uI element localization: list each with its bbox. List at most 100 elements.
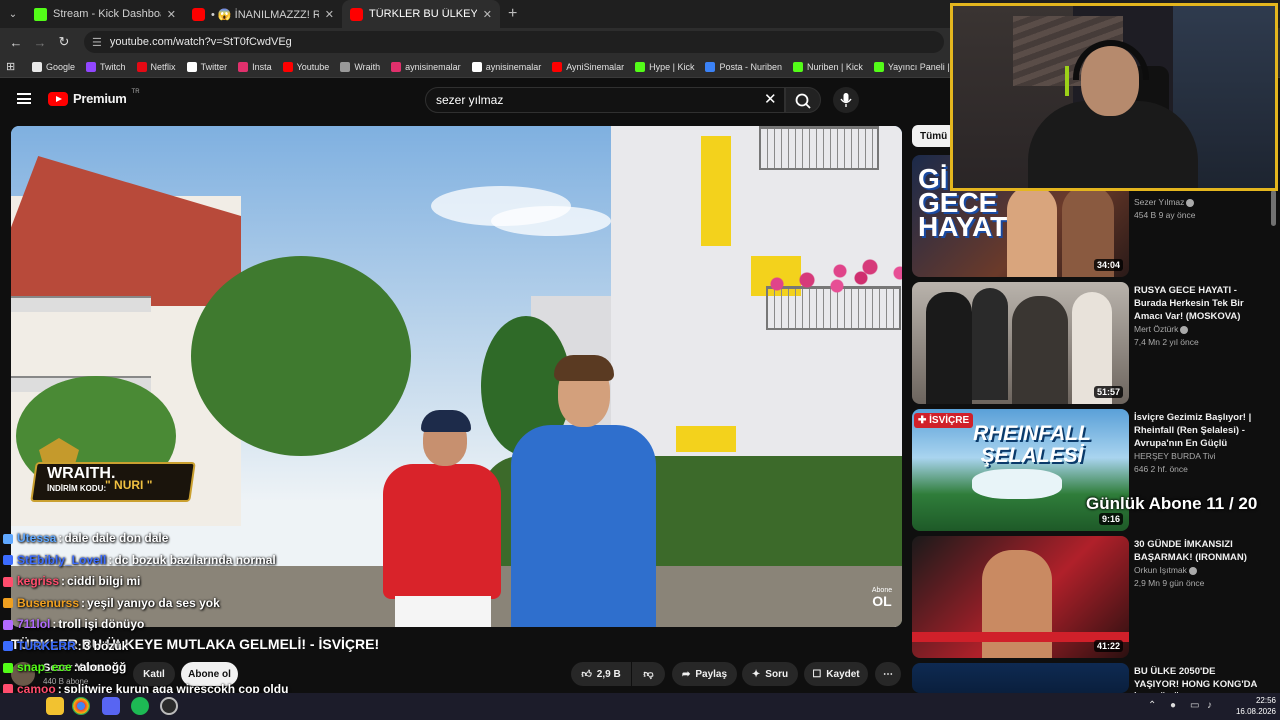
- apps-grid-icon[interactable]: ⊞: [6, 60, 22, 73]
- site-info-icon[interactable]: ☰: [92, 36, 102, 49]
- thumbs-up-icon: 👍︎: [581, 669, 592, 680]
- rec-title[interactable]: BU ÜLKE 2050'DE YAŞIYOR! HONG KONG'DA İL…: [1134, 665, 1262, 693]
- new-tab-icon[interactable]: +: [508, 5, 517, 23]
- bookmark-item[interactable]: Twitch: [86, 61, 126, 72]
- system-clock[interactable]: 22:56 16.08.2026: [1220, 695, 1276, 717]
- subscribe-watermark[interactable]: Abone OL: [868, 587, 896, 608]
- sidebar-scrollbar[interactable]: [1271, 190, 1276, 226]
- promo-code-label: İNDİRİM KODU:: [47, 484, 107, 493]
- clear-search-icon[interactable]: ✕: [764, 90, 777, 108]
- windows-taskbar: ⌃ ● ▭ ♪ 22:56 16.08.2026: [0, 693, 1280, 720]
- discord-icon[interactable]: [102, 697, 120, 715]
- more-dots-icon: ⋯: [883, 668, 893, 680]
- microphone-icon: [840, 93, 852, 107]
- share-button[interactable]: ➦ Paylaş: [672, 662, 737, 686]
- bookmark-favicon-icon: [86, 61, 97, 72]
- recommendation-item[interactable]: BU ÜLKE 2050'DE YAŞIYOR! HONG KONG'DA İL…: [912, 663, 1262, 693]
- watermark-bottom: OL: [872, 593, 892, 609]
- bookmark-item[interactable]: Google: [32, 61, 75, 72]
- rec-title[interactable]: 30 GÜNDE İMKANSIZI BAŞARMAK! (IRONMAN): [1134, 538, 1262, 564]
- url-text: youtube.com/watch?v=StT0fCwdVEg: [109, 36, 292, 48]
- bookmark-item[interactable]: AyniSinemalar: [552, 61, 624, 72]
- tray-chevron-icon[interactable]: ⌃: [1148, 700, 1156, 711]
- video-duration: 9:16: [1098, 513, 1123, 525]
- video-thumbnail[interactable]: [912, 663, 1129, 693]
- bookmark-item[interactable]: Twitter: [186, 61, 227, 72]
- chat-text: alonoğğ: [79, 660, 127, 674]
- clock-date: 16.08.2026: [1235, 707, 1276, 716]
- spotify-icon[interactable]: [131, 697, 149, 715]
- rec-channel[interactable]: Mert Öztürk: [1134, 324, 1189, 334]
- chat-badge-icon: [3, 598, 13, 609]
- bookmark-item[interactable]: Insta: [238, 61, 272, 72]
- tab-search-icon[interactable]: ⌄: [0, 0, 26, 28]
- chat-username: Utessa: [17, 531, 57, 545]
- volume-icon[interactable]: ♪: [1207, 700, 1212, 711]
- like-button[interactable]: 👍︎ 2,9 B: [571, 662, 631, 686]
- save-button[interactable]: ☐ Kaydet: [804, 662, 868, 686]
- bookmark-favicon-icon: [32, 61, 42, 72]
- more-actions-button[interactable]: ⋯: [875, 662, 901, 686]
- tab-close-icon[interactable]: ✕: [325, 8, 334, 21]
- youtube-logo[interactable]: Premium TR: [48, 89, 140, 106]
- bookmark-label: Netflix: [150, 61, 176, 72]
- forward-arrow-icon[interactable]: →: [28, 35, 52, 50]
- promo-code: " NURI ": [105, 478, 153, 492]
- display-tray-icon[interactable]: ▭: [1190, 700, 1199, 711]
- reload-icon[interactable]: ↻: [52, 34, 76, 50]
- bookmark-item[interactable]: Hype | Kick: [635, 61, 694, 72]
- chat-username: StEbibly_Lovell: [17, 552, 107, 567]
- rec-channel[interactable]: Sezer Yılmaz: [1134, 197, 1195, 207]
- search-input[interactable]: sezer yılmaz: [425, 87, 785, 113]
- man-blue-shirt: [506, 355, 656, 627]
- bookmark-item[interactable]: aynisinemalar: [391, 61, 461, 72]
- menu-icon[interactable]: [17, 93, 31, 104]
- bookmark-item[interactable]: aynisinemalar: [471, 61, 541, 72]
- cloud: [491, 206, 611, 236]
- rec-title[interactable]: İsviçre Gezimiz Başlıyor! | Rheinfall (R…: [1134, 411, 1262, 451]
- filter-chip-all[interactable]: Tümü: [912, 125, 956, 147]
- microphone-tray-icon[interactable]: ●: [1170, 700, 1176, 711]
- tab-kick-dashboard[interactable]: Stream - Kick Dashboard ✕: [26, 0, 184, 28]
- ask-button[interactable]: ✦ Soru: [742, 662, 798, 686]
- bookmark-favicon-icon: [282, 61, 293, 72]
- youtube-header: Premium TR sezer yılmaz ✕: [0, 78, 950, 122]
- search-button[interactable]: [785, 87, 821, 113]
- rec-channel[interactable]: Orkun Işıtmak: [1134, 565, 1197, 575]
- bookmark-favicon-icon: [552, 61, 563, 72]
- obs-icon[interactable]: [160, 697, 178, 715]
- tab-youtube-inanilmaz[interactable]: • 😱 İNANILMAZZZ! RESMEN ✕: [184, 0, 342, 28]
- chat-badge-icon: [3, 576, 13, 587]
- video-thumbnail[interactable]: 51:57: [912, 282, 1129, 404]
- voice-search-button[interactable]: [833, 87, 859, 113]
- bookmark-label: Posta - Nuriben: [719, 61, 782, 72]
- bookmark-item[interactable]: Posta - Nuriben: [705, 61, 782, 72]
- youtube-favicon-icon: [192, 7, 205, 21]
- chat-text: 3 bözük: [83, 638, 129, 653]
- chrome-icon[interactable]: [72, 697, 90, 715]
- recommendation-item[interactable]: 41:22 30 GÜNDE İMKANSIZI BAŞARMAK! (IRON…: [912, 536, 1262, 658]
- bookmark-item[interactable]: Netflix: [136, 61, 176, 72]
- rec-title[interactable]: RUSYA GECE HAYATI - Burada Herkesin Tek …: [1134, 284, 1262, 323]
- dislike-button[interactable]: 👎︎: [632, 662, 665, 686]
- chat-text: dc bozuk bazılarında normal: [114, 552, 276, 567]
- video-thumbnail[interactable]: 41:22: [912, 536, 1129, 658]
- bookmark-favicon-icon: [391, 61, 402, 72]
- bookmark-item[interactable]: Youtube: [282, 61, 329, 72]
- recommendation-item[interactable]: 51:57 RUSYA GECE HAYATI - Burada Herkesi…: [912, 282, 1262, 404]
- bookmark-favicon-icon: [705, 61, 716, 72]
- back-arrow-icon[interactable]: ←: [4, 35, 28, 50]
- like-count: 2,9 B: [596, 668, 621, 680]
- bookmark-item[interactable]: Nuriben | Kick: [792, 61, 863, 72]
- tab-close-icon[interactable]: ✕: [167, 8, 176, 21]
- thumbs-down-icon: 👎︎: [643, 669, 654, 680]
- file-explorer-icon[interactable]: [46, 697, 64, 715]
- video-duration: 41:22: [1093, 640, 1123, 652]
- tab-close-icon[interactable]: ✕: [483, 8, 492, 21]
- rec-channel-name[interactable]: HERŞEY BURDA Tivi: [1134, 451, 1216, 461]
- url-field[interactable]: ☰ youtube.com/watch?v=StT0fCwdVEg: [84, 31, 944, 53]
- tab-youtube-active[interactable]: TÜRKLER BU ÜLKEYE MUTLAKA ✕: [342, 0, 500, 28]
- logo-text: Premium: [73, 91, 127, 106]
- youtube-play-icon: [48, 91, 68, 106]
- bookmark-item[interactable]: Wraith: [340, 61, 380, 72]
